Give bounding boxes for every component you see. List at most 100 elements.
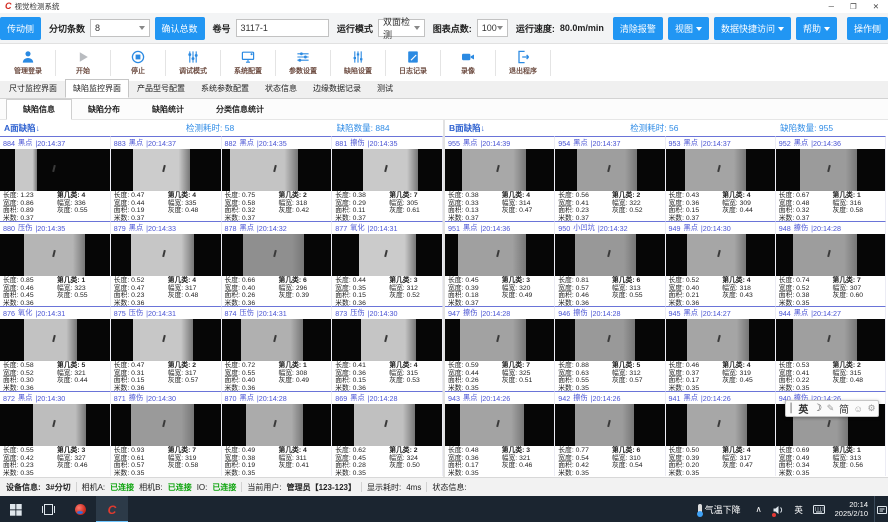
- defect-gray: 0.58: [185, 462, 198, 469]
- param-settings-button[interactable]: 参数设置: [277, 49, 329, 76]
- defect-length: 0.44: [353, 277, 366, 284]
- quick-access-menu-button[interactable]: 数据快捷访问: [714, 17, 791, 40]
- clock[interactable]: 20:14 2025/2/10: [835, 501, 868, 518]
- exit-program-button[interactable]: 退出程序: [497, 49, 549, 76]
- ime-english-toggle[interactable]: 英: [798, 401, 808, 416]
- defect-cell[interactable]: 943黑点|20:14:26长度: 0.48宽度: 0.36面积: 0.17米数…: [445, 391, 555, 476]
- language-indicator[interactable]: 英: [789, 496, 809, 522]
- debug-mode-button[interactable]: 调试模式: [167, 49, 219, 76]
- defect-cell[interactable]: 881擦伤|20:14:35长度: 0.38宽度: 0.29面积: 0.11米数…: [332, 136, 443, 221]
- help-menu-button[interactable]: 帮助: [796, 17, 837, 40]
- defect-cell[interactable]: 872黑点|20:14:30长度: 0.55宽度: 0.42面积: 0.23米数…: [0, 391, 111, 476]
- defect-cell[interactable]: 944黑点|20:14:27长度: 0.53宽度: 0.41面积: 0.22米数…: [776, 306, 886, 391]
- defect-cell-header: 879黑点|20:14:33: [111, 222, 221, 234]
- pen-icon[interactable]: ✎: [827, 403, 835, 414]
- confirm-total-button[interactable]: 确认总数: [155, 17, 205, 40]
- defect-type: 压伤: [240, 308, 254, 318]
- defect-cell[interactable]: 955黑点|20:14:39长度: 0.38宽度: 0.33面积: 0.13米数…: [445, 136, 555, 221]
- subtab-defect-stats[interactable]: 缺陷统计: [136, 100, 200, 119]
- defect-settings-button[interactable]: 缺陷设置: [332, 49, 384, 76]
- defect-cell[interactable]: 876氧化|20:14:31长度: 0.58宽度: 0.52面积: 0.30米数…: [0, 306, 111, 391]
- defect-cell[interactable]: 869黑点|20:14:28长度: 0.62宽度: 0.45面积: 0.28米数…: [332, 391, 443, 476]
- speed-label: 运行速度:: [516, 22, 555, 35]
- start-menu-button[interactable]: [0, 496, 32, 522]
- defect-cell[interactable]: 947擦伤|20:14:28长度: 0.59宽度: 0.44面积: 0.26米数…: [445, 306, 555, 391]
- volume-icon[interactable]: [769, 496, 789, 522]
- minimize-button[interactable]: ─: [829, 2, 834, 11]
- ime-simplified-toggle[interactable]: 简: [839, 401, 849, 416]
- slit-count-select[interactable]: 8: [90, 19, 149, 37]
- view-menu-button[interactable]: 视图: [668, 17, 709, 40]
- defect-cell[interactable]: 953黑点|20:14:37长度: 0.43宽度: 0.36面积: 0.15米数…: [666, 136, 776, 221]
- main-tabs: 尺寸监控界面 缺陷监控界面 产品型号配置 系统参数配置 状态信息 边缘数据记录 …: [0, 81, 888, 99]
- defect-area: 0.17: [686, 377, 699, 384]
- defect-cell[interactable]: 948擦伤|20:14:28长度: 0.74宽度: 0.52面积: 0.38米数…: [776, 221, 886, 306]
- defect-cell[interactable]: 882黑点|20:14:35长度: 0.75宽度: 0.58面积: 0.32米数…: [222, 136, 333, 221]
- operate-side-button[interactable]: 操作侧: [847, 17, 888, 40]
- chart-points-select[interactable]: 100: [477, 19, 508, 37]
- tab-product-model-config[interactable]: 产品型号配置: [129, 79, 193, 98]
- subtab-defect-info[interactable]: 缺陷信息: [6, 99, 72, 120]
- defect-length: 0.88: [576, 362, 589, 369]
- defect-cell[interactable]: 952黑点|20:14:36长度: 0.67宽度: 0.48面积: 0.32米数…: [776, 136, 886, 221]
- defect-web-width: 317: [740, 455, 751, 462]
- tab-edge-data-record[interactable]: 边缘数据记录: [305, 79, 369, 98]
- defect-cell[interactable]: 942擦伤|20:14:26长度: 0.77宽度: 0.54面积: 0.42米数…: [555, 391, 665, 476]
- defect-cell[interactable]: 879黑点|20:14:33长度: 0.52宽度: 0.47面积: 0.23米数…: [111, 221, 222, 306]
- gear-icon[interactable]: ⚙: [868, 403, 876, 414]
- tray-expand-button[interactable]: ∧: [749, 496, 769, 522]
- log-record-button[interactable]: 日志记录: [387, 49, 439, 76]
- emoji-icon[interactable]: ☺: [854, 404, 863, 414]
- ime-toolbar[interactable]: ┃ 英 ☽ ✎ 简 ☺ ⚙: [785, 400, 879, 417]
- admin-login-button[interactable]: 管理登录: [2, 49, 54, 76]
- defect-type: 黑点: [463, 393, 477, 403]
- drive-side-button[interactable]: 传动侧: [0, 17, 41, 40]
- maximize-button[interactable]: ❐: [850, 2, 857, 11]
- subtab-defect-distribution[interactable]: 缺陷分布: [72, 100, 136, 119]
- moon-icon[interactable]: ☽: [813, 403, 822, 414]
- defect-width: 0.31: [131, 370, 144, 377]
- close-button[interactable]: ✕: [873, 2, 879, 11]
- defect-info: 长度: 0.56宽度: 0.41面积: 0.23米数: 0.37第几类: 2幅宽…: [555, 191, 664, 221]
- run-mode-select[interactable]: 双面检测: [378, 19, 425, 37]
- tab-size-monitor[interactable]: 尺寸监控界面: [1, 79, 65, 98]
- defect-cell[interactable]: 949黑点|20:14:30长度: 0.52宽度: 0.40面积: 0.21米数…: [666, 221, 776, 306]
- keyboard-icon[interactable]: [809, 496, 829, 522]
- start-button[interactable]: 开始: [57, 49, 109, 76]
- tab-status-info[interactable]: 状态信息: [257, 79, 305, 98]
- defect-cell[interactable]: 950小凹坑|20:14:32长度: 0.81宽度: 0.57面积: 0.46米…: [555, 221, 665, 306]
- roll-number-input[interactable]: 3117-1: [236, 19, 329, 37]
- defect-cell[interactable]: 884黑点|20:14:37长度: 1.23宽度: 0.86面积: 0.89米数…: [0, 136, 111, 221]
- stop-button[interactable]: 停止: [112, 49, 164, 76]
- defect-cell[interactable]: 946擦伤|20:14:28长度: 0.88宽度: 0.63面积: 0.55米数…: [555, 306, 665, 391]
- system-config-button[interactable]: 系统配置: [222, 49, 274, 76]
- subtab-class-info-stats[interactable]: 分类信息统计: [200, 100, 280, 119]
- defect-cell[interactable]: 878黑点|20:14:32长度: 0.66宽度: 0.40面积: 0.26米数…: [222, 221, 333, 306]
- task-view-button[interactable]: [32, 496, 64, 522]
- tab-test[interactable]: 测试: [369, 79, 401, 98]
- defect-cell[interactable]: 945黑点|20:14:27长度: 0.46宽度: 0.37面积: 0.17米数…: [666, 306, 776, 391]
- defect-cell[interactable]: 880压伤|20:14:35长度: 0.85宽度: 0.46面积: 0.45米数…: [0, 221, 111, 306]
- defect-cell[interactable]: 874压伤|20:14:31长度: 0.72宽度: 0.55面积: 0.40米数…: [222, 306, 333, 391]
- taskbar-app-inspection[interactable]: C: [96, 496, 128, 522]
- tab-defect-monitor[interactable]: 缺陷监控界面: [65, 79, 129, 98]
- defect-cell[interactable]: 875压伤|20:14:31长度: 0.47宽度: 0.31面积: 0.15米数…: [111, 306, 222, 391]
- defect-cell[interactable]: 954黑点|20:14:37长度: 0.56宽度: 0.41面积: 0.23米数…: [555, 136, 665, 221]
- defect-cell[interactable]: 941黑点|20:14:26长度: 0.50宽度: 0.39面积: 0.20米数…: [666, 391, 776, 476]
- defect-cell[interactable]: 873压伤|20:14:30长度: 0.41宽度: 0.36面积: 0.15米数…: [332, 306, 443, 391]
- defect-cell[interactable]: 883黑点|20:14:37长度: 0.47宽度: 0.44面积: 0.19米数…: [111, 136, 222, 221]
- taskbar-app-browser[interactable]: [64, 496, 96, 522]
- clear-alarm-button[interactable]: 清除报警: [613, 17, 663, 40]
- defect-time: |20:14:37: [701, 139, 731, 148]
- defect-width: 0.55: [242, 370, 255, 377]
- defect-cell[interactable]: 951黑点|20:14:36长度: 0.45宽度: 0.39面积: 0.18米数…: [445, 221, 555, 306]
- defect-cell[interactable]: 870黑点|20:14:28长度: 0.49宽度: 0.38面积: 0.19米数…: [222, 391, 333, 476]
- defect-cell[interactable]: 871擦伤|20:14:30长度: 0.93宽度: 0.61面积: 0.57米数…: [111, 391, 222, 476]
- defect-cell[interactable]: 877氧化|20:14:31长度: 0.44宽度: 0.35面积: 0.15米数…: [332, 221, 443, 306]
- action-center-button[interactable]: [874, 496, 888, 522]
- tab-system-param-config[interactable]: 系统参数配置: [193, 79, 257, 98]
- defect-meters: 0.35: [20, 470, 33, 476]
- record-video-button[interactable]: 录像: [442, 49, 494, 76]
- weather-widget[interactable]: 气温下降: [698, 503, 741, 516]
- defect-type: 黑点: [240, 393, 254, 403]
